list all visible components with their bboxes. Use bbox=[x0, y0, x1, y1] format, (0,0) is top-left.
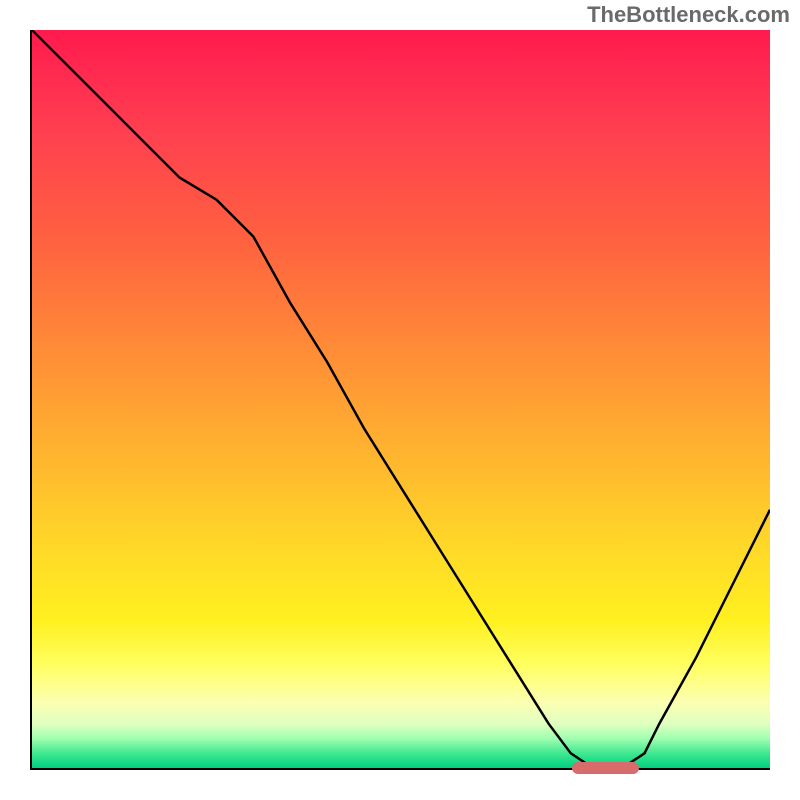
curve-line bbox=[32, 30, 770, 768]
chart-plot-area bbox=[30, 30, 770, 770]
optimal-range-marker bbox=[572, 762, 639, 774]
watermark-text: TheBottleneck.com bbox=[587, 2, 790, 28]
